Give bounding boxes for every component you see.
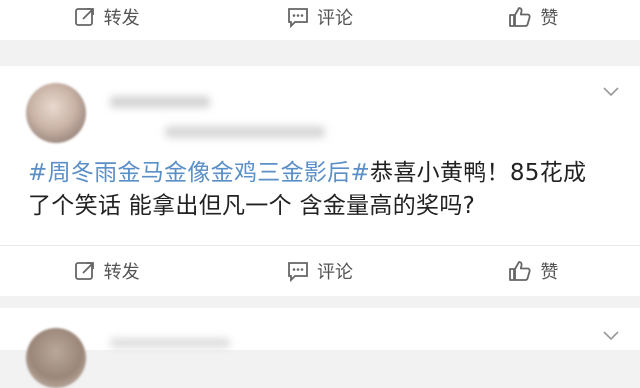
repost-button[interactable]: 转发 <box>0 246 213 296</box>
comment-label: 评论 <box>316 262 353 283</box>
username-blurred[interactable] <box>110 338 230 348</box>
post-text-line2: 了个笑话 能拿出但凡一个 含金量高的奖吗? <box>28 193 476 219</box>
section-gap <box>0 296 640 308</box>
like-icon <box>509 7 531 27</box>
section-gap <box>0 40 640 50</box>
comment-icon <box>288 8 308 28</box>
hashtag-link[interactable]: #周冬雨金马金像金鸡三金影后# <box>28 160 370 186</box>
share-icon <box>74 8 94 26</box>
post-text-line1: 恭喜小黄鸭！85花成 <box>370 160 587 186</box>
like-label: 赞 <box>540 262 559 283</box>
repost-label: 转发 <box>103 262 140 283</box>
avatar[interactable] <box>26 83 86 143</box>
comment-button[interactable]: 评论 <box>213 0 426 40</box>
chevron-down-icon[interactable] <box>602 86 620 98</box>
avatar[interactable] <box>26 328 86 388</box>
share-icon <box>74 262 94 280</box>
chevron-down-icon[interactable] <box>602 330 620 342</box>
comment-button[interactable]: 评论 <box>213 246 426 296</box>
like-button[interactable]: 赞 <box>427 0 640 40</box>
next-post-card <box>0 308 640 388</box>
post-meta-blurred <box>165 126 325 138</box>
like-label: 赞 <box>540 8 559 29</box>
comment-label: 评论 <box>316 8 353 29</box>
username-blurred[interactable] <box>110 96 210 108</box>
repost-label: 转发 <box>103 8 140 29</box>
comment-icon <box>288 262 308 282</box>
repost-button[interactable]: 转发 <box>0 0 213 40</box>
action-bar-top: 转发 评论 赞 <box>0 0 640 40</box>
previous-post-card: 转发 评论 赞 <box>0 0 640 40</box>
post-content: #周冬雨金马金像金鸡三金影后#恭喜小黄鸭！85花成 了个笑话 能拿出但凡一个 含… <box>28 157 628 223</box>
action-bar: 转发 评论 赞 <box>0 246 640 296</box>
like-button[interactable]: 赞 <box>427 246 640 296</box>
like-icon <box>509 261 531 281</box>
